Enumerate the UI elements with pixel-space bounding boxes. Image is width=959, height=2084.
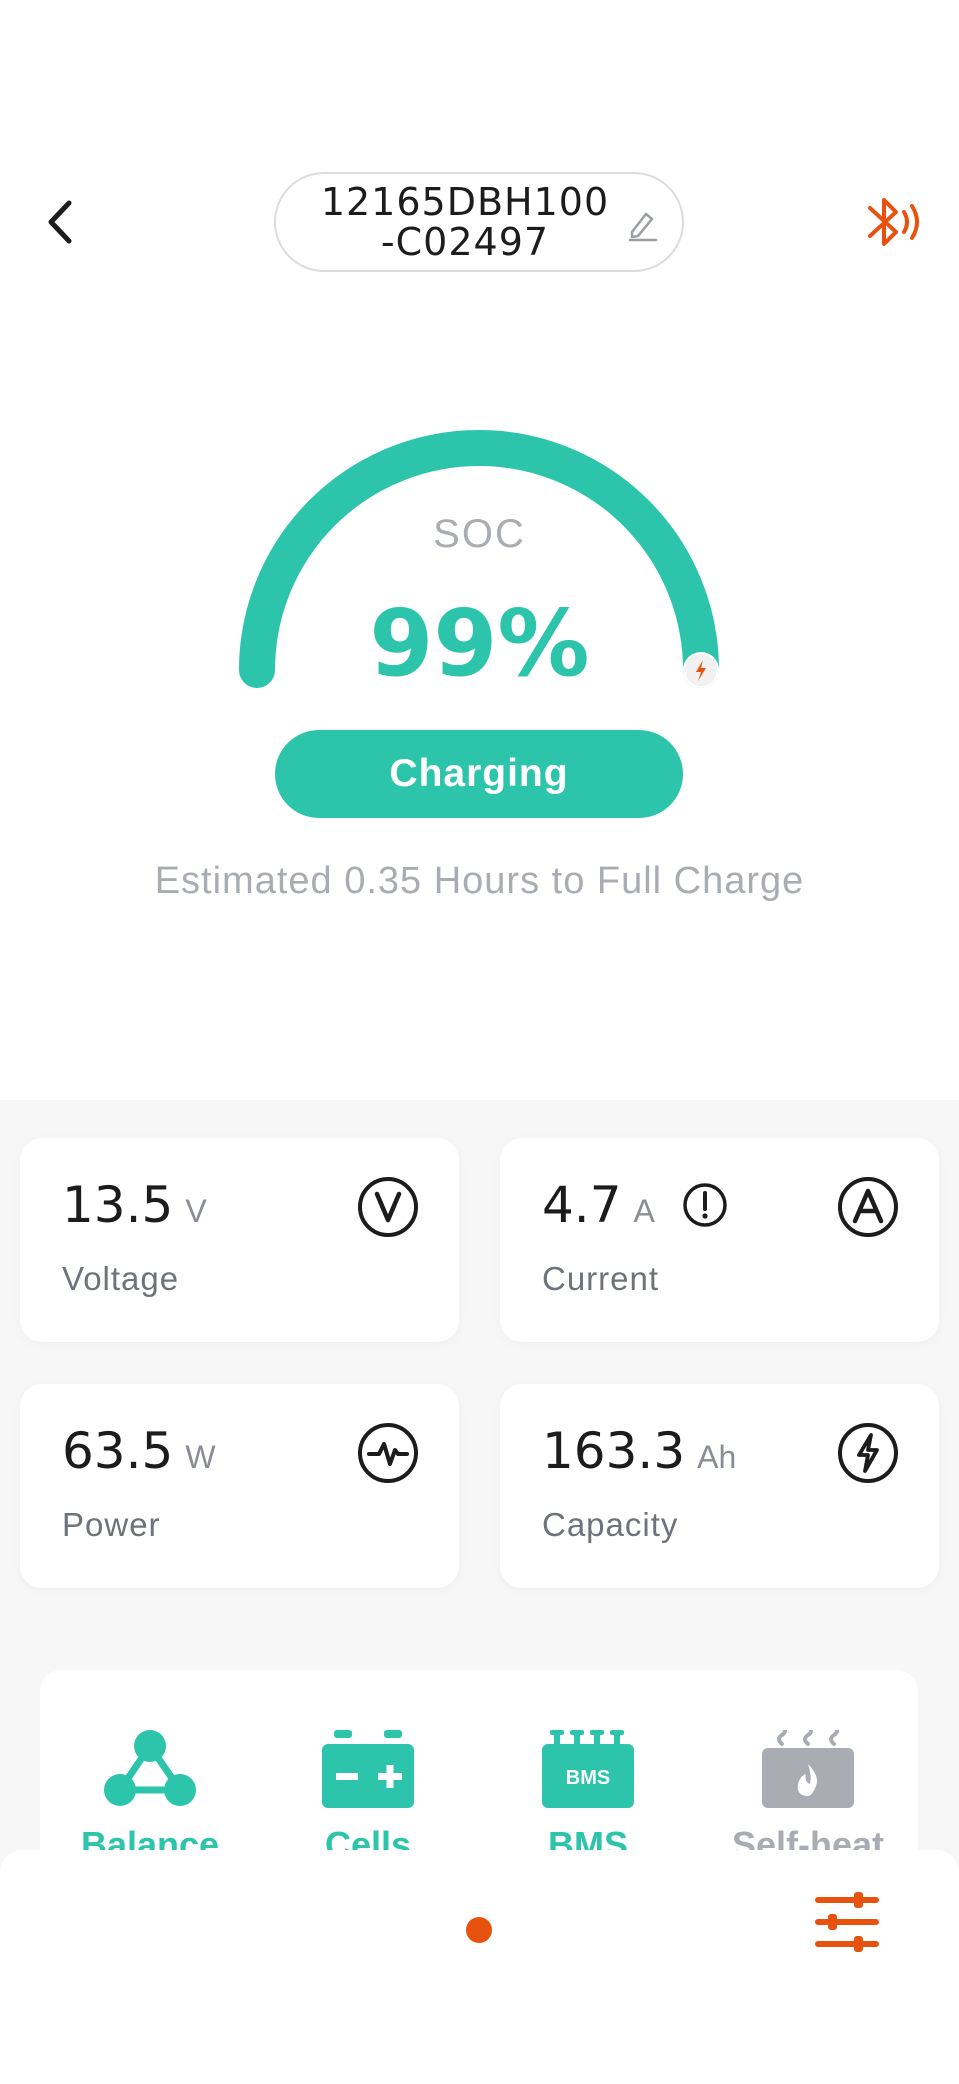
power-value: 63.5	[62, 1422, 174, 1480]
bluetooth-icon[interactable]	[862, 190, 922, 254]
power-card[interactable]: 63.5 W Power	[20, 1384, 459, 1588]
current-card[interactable]: 4.7 A Current	[500, 1138, 939, 1342]
soc-value: 99%	[369, 590, 590, 697]
bottom-bar	[0, 1850, 959, 2084]
capacity-value: 163.3	[542, 1422, 686, 1480]
self-heat-icon	[762, 1730, 854, 1808]
bms-badge-text: BMS	[566, 1767, 610, 1789]
bms-chip-icon: BMS	[542, 1730, 634, 1808]
device-name-pill[interactable]: 12165DBH100 -C02497	[274, 172, 684, 272]
current-unit: A	[633, 1193, 655, 1229]
device-name: 12165DBH100 -C02497	[321, 182, 609, 262]
capacity-unit: Ah	[697, 1439, 737, 1475]
power-unit: W	[185, 1439, 216, 1475]
charging-status-badge: Charging	[275, 730, 683, 818]
capacity-label: Capacity	[542, 1506, 679, 1543]
voltage-icon	[358, 1177, 418, 1237]
power-label: Power	[62, 1506, 161, 1543]
capacity-card[interactable]: 163.3 Ah Capacity	[500, 1384, 939, 1588]
current-value: 4.7	[542, 1176, 622, 1234]
device-name-line2: -C02497	[380, 220, 550, 264]
voltage-card[interactable]: 13.5 V Voltage	[20, 1138, 459, 1342]
device-name-line1: 12165DBH100	[320, 180, 610, 224]
current-label: Current	[542, 1260, 660, 1297]
soc-label: SOC	[433, 512, 526, 556]
bolt-icon	[838, 1423, 898, 1483]
battery-cells-icon	[322, 1730, 414, 1808]
settings-sliders-icon[interactable]	[814, 1892, 880, 1952]
charge-estimate: Estimated 0.35 Hours to Full Charge	[154, 860, 805, 902]
page-indicator-dot	[466, 1917, 492, 1943]
edit-icon[interactable]	[624, 206, 660, 242]
back-button[interactable]	[36, 192, 84, 252]
balance-icon	[104, 1730, 196, 1806]
chevron-left-icon	[48, 200, 72, 244]
voltage-label: Voltage	[62, 1260, 180, 1297]
warning-icon[interactable]	[681, 1181, 729, 1229]
pulse-icon	[358, 1423, 418, 1483]
ampere-icon	[838, 1177, 898, 1237]
voltage-unit: V	[185, 1193, 207, 1229]
voltage-value: 13.5	[62, 1176, 174, 1234]
